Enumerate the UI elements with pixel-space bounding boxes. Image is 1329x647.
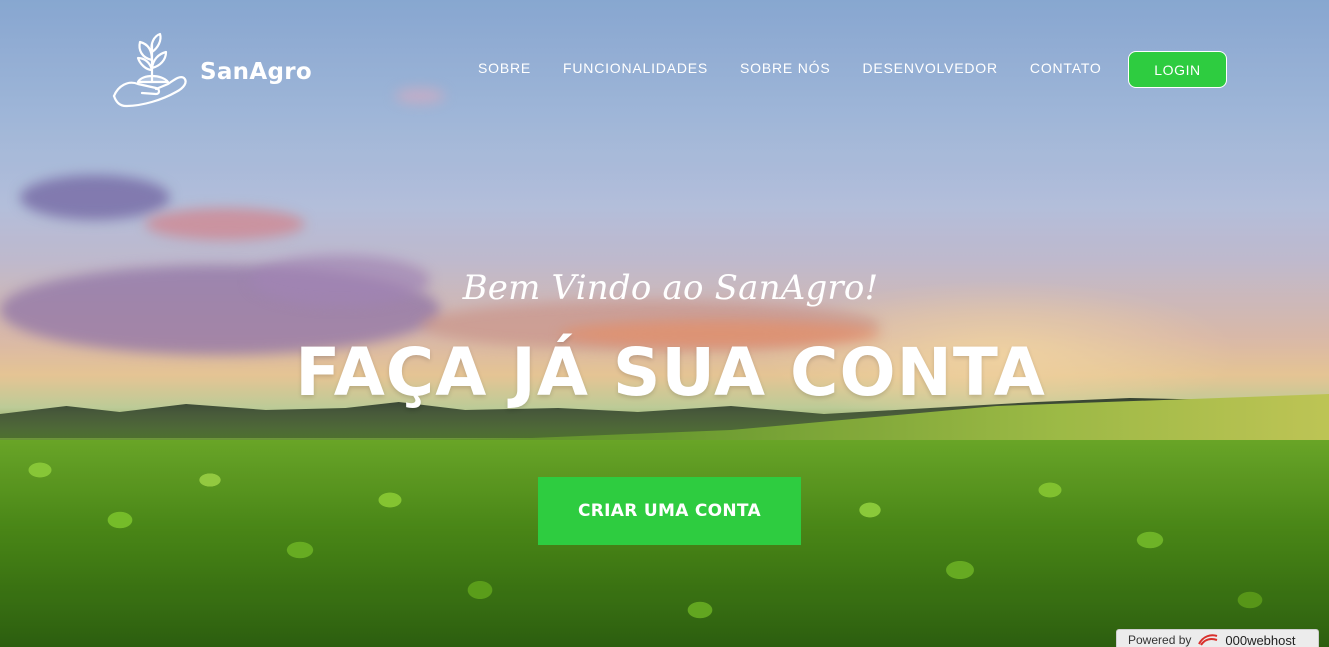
brand-logo[interactable]: SanAgro: [112, 32, 312, 108]
powered-by-label: Powered by: [1128, 633, 1192, 647]
host-brand-name: 000webhost: [1225, 632, 1296, 647]
nav-item-desenvolvedor[interactable]: DESENVOLVEDOR: [863, 60, 998, 76]
hero-headline: FAÇA JÁ SUA CONTA: [295, 334, 1046, 411]
nav-item-contato[interactable]: CONTATO: [1030, 60, 1102, 76]
nav-item-sobre[interactable]: SOBRE: [478, 60, 531, 76]
nav-item-funcionalidades[interactable]: FUNCIONALIDADES: [563, 60, 708, 76]
powered-by-badge[interactable]: Powered by 000webhost: [1116, 629, 1319, 647]
main-nav: SOBRE FUNCIONALIDADES SOBRE NÓS DESENVOL…: [478, 60, 1134, 76]
host-logo-icon: [1197, 632, 1219, 647]
welcome-text: Bem Vindo ao SanAgro!: [462, 268, 879, 308]
plant-in-hand-icon: [112, 32, 190, 108]
nav-item-sobre-nos[interactable]: SOBRE NÓS: [740, 60, 830, 76]
create-account-button[interactable]: CRIAR UMA CONTA: [538, 477, 801, 545]
login-button[interactable]: LOGIN: [1128, 51, 1227, 88]
hero-section: SanAgro SOBRE FUNCIONALIDADES SOBRE NÓS …: [0, 0, 1329, 647]
brand-name: SanAgro: [200, 59, 312, 85]
